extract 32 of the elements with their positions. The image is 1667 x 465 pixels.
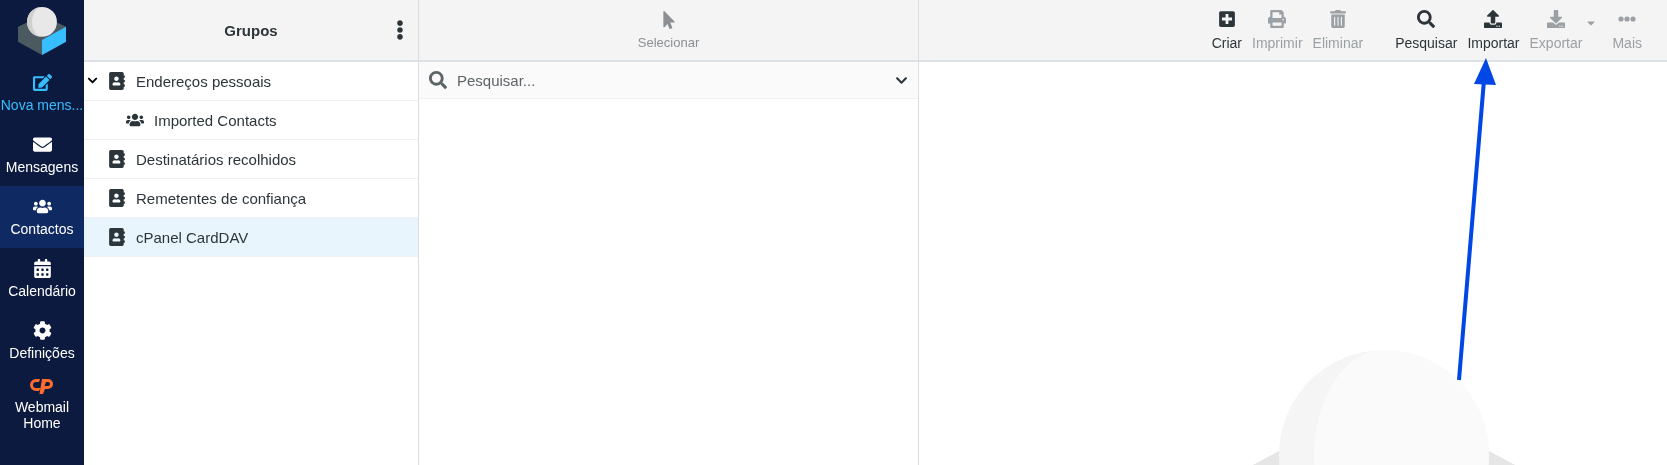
address-book-icon (108, 150, 126, 168)
nav-item[interactable]: Contactos (0, 186, 84, 248)
settings-icon (32, 321, 52, 340)
chevron-icon[interactable] (87, 75, 98, 86)
upload-icon (1484, 9, 1503, 28)
calendar-icon (32, 259, 52, 278)
envelope-icon (32, 135, 52, 154)
toolbar-button[interactable]: Criar (1206, 9, 1247, 51)
address-book-icon (108, 189, 126, 207)
edit-icon (32, 73, 52, 92)
nav-item[interactable]: Nova mens... (0, 62, 84, 124)
users-icon (32, 197, 52, 216)
nav-item[interactable]: Mensagens (0, 124, 84, 186)
printer-icon (1268, 9, 1287, 28)
toolbar-button[interactable]: Pesquisar (1390, 9, 1463, 51)
address-book-icon (108, 228, 126, 246)
search-bar[interactable]: Pesquisar... (419, 62, 918, 99)
users-icon (126, 111, 144, 129)
nav-item[interactable]: Webmail Home (0, 372, 84, 434)
search-icon (1417, 9, 1436, 28)
ellipsis-icon (1618, 15, 1637, 22)
nav-item[interactable]: Calendário (0, 248, 84, 310)
panel-title: Grupos (224, 21, 278, 39)
search-field[interactable]: Pesquisar... (455, 70, 887, 90)
search-icon (429, 71, 447, 89)
download-icon (1546, 9, 1565, 28)
toolbar-button[interactable]: Importar (1462, 9, 1525, 51)
plus-icon (1217, 9, 1236, 28)
group-item[interactable]: cPanel CardDAV (84, 218, 418, 257)
trash-icon (1328, 9, 1347, 28)
address-book-icon (108, 72, 126, 90)
nav-item[interactable]: Definições (0, 310, 84, 372)
